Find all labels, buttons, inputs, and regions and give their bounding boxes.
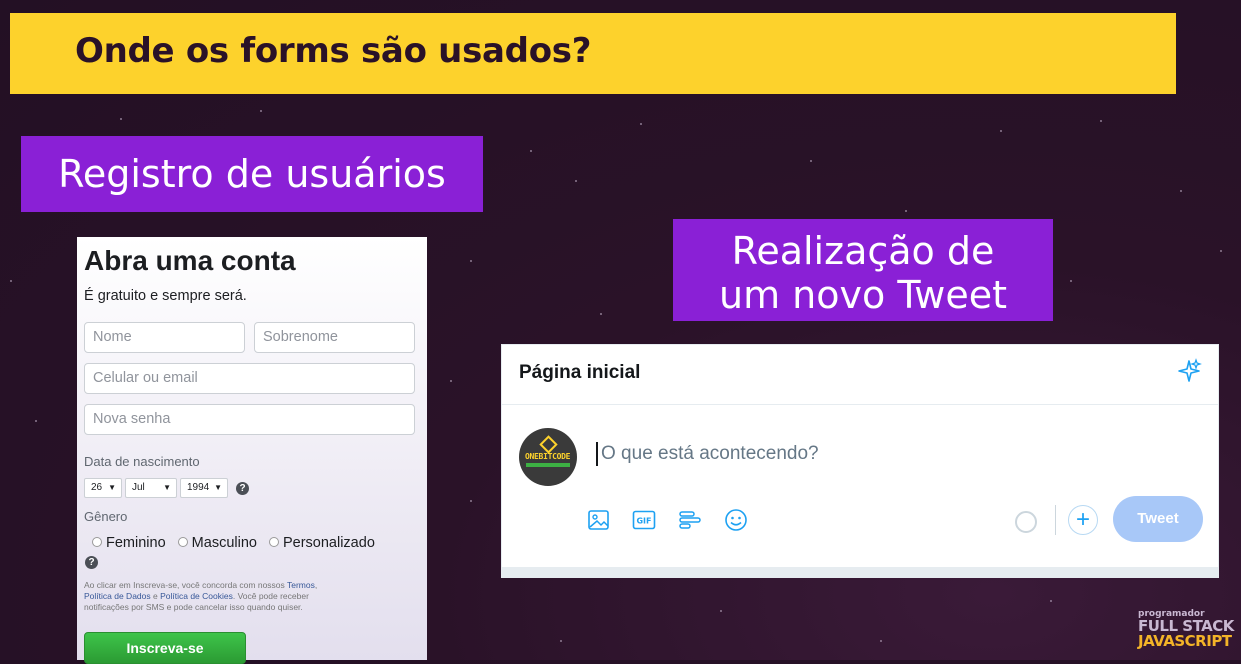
- home-title: Página inicial: [519, 362, 641, 383]
- signup-button[interactable]: Inscreva-se: [84, 632, 246, 664]
- gender-label: Gênero: [84, 509, 128, 524]
- form-subheading: É gratuito e sempre será.: [84, 288, 247, 304]
- tweet-button[interactable]: Tweet: [1113, 496, 1203, 542]
- day-select[interactable]: 26 ▼: [84, 478, 122, 498]
- add-tweet-button[interactable]: +: [1068, 505, 1098, 535]
- label-tweet-line2: um novo Tweet: [719, 273, 1007, 317]
- first-name-input[interactable]: Nome: [84, 322, 245, 353]
- poll-icon[interactable]: [678, 508, 702, 532]
- password-input[interactable]: Nova senha: [84, 404, 415, 435]
- svg-text:GIF: GIF: [636, 517, 651, 526]
- image-icon[interactable]: [587, 508, 611, 532]
- radio-feminino[interactable]: [92, 537, 102, 547]
- facebook-signup-form: Abra uma conta É gratuito e sempre será.…: [77, 237, 427, 664]
- watermark-logo: programador FULL STACK JAVASCRIPT: [1138, 610, 1234, 649]
- chevron-down-icon: ▼: [214, 483, 222, 492]
- legal-prefix: Ao clicar em Inscreva-se, você concorda …: [84, 580, 287, 590]
- label-tweet: Realização de um novo Tweet: [673, 219, 1053, 321]
- radio-masculino[interactable]: [177, 537, 188, 547]
- watermark-line3: JAVASCRIPT: [1138, 632, 1232, 650]
- logo-mark: [539, 435, 558, 454]
- tweet-input[interactable]: O que está acontecendo?: [596, 442, 819, 466]
- char-count-ring-icon: [1015, 511, 1037, 533]
- year-value: 1994: [187, 482, 210, 493]
- chevron-down-icon: ▼: [163, 483, 171, 492]
- gender-options: Feminino Masculino Personalizado: [84, 535, 375, 551]
- help-icon[interactable]: ?: [236, 482, 249, 495]
- emoji-icon[interactable]: [724, 508, 748, 532]
- avatar-logo-text: ONEBITCODE: [525, 452, 571, 461]
- label-registro: Registro de usuários: [21, 136, 483, 212]
- chevron-down-icon: ▼: [108, 483, 116, 492]
- legal-sep: e: [150, 591, 161, 601]
- year-select[interactable]: 1994 ▼: [180, 478, 228, 498]
- tweet-compose-panel: Página inicial ONEBITCODE O que está aco…: [502, 345, 1218, 577]
- avatar[interactable]: ONEBITCODE: [519, 428, 577, 486]
- label-tweet-line1: Realização de: [731, 229, 995, 273]
- month-select[interactable]: Jul ▼: [125, 478, 177, 498]
- cookies-link[interactable]: Política de Cookies: [160, 591, 233, 601]
- legal-sep: ,: [314, 580, 318, 590]
- data-policy-link[interactable]: Política de Dados: [84, 591, 151, 601]
- day-value: 26: [91, 482, 103, 493]
- last-name-input[interactable]: Sobrenome: [254, 322, 415, 353]
- legal-text: Ao clicar em Inscreva-se, você concorda …: [84, 580, 344, 613]
- gif-icon[interactable]: GIF: [632, 508, 656, 532]
- terms-link[interactable]: Termos: [287, 580, 315, 590]
- tweet-header: Página inicial: [502, 345, 1218, 405]
- timeline-divider: [502, 567, 1218, 577]
- contact-input[interactable]: Celular ou email: [84, 363, 415, 394]
- help-icon[interactable]: ?: [85, 556, 98, 569]
- sparkle-icon[interactable]: [1176, 358, 1202, 389]
- form-heading: Abra uma conta: [84, 245, 296, 276]
- gender-option-label: Feminino: [106, 535, 166, 551]
- month-value: Jul: [132, 482, 145, 493]
- gender-option-label: Personalizado: [282, 535, 375, 551]
- divider: [1055, 505, 1056, 535]
- birthdate-label: Data de nascimento: [84, 454, 200, 469]
- logo-bar: [526, 463, 570, 467]
- radio-personalizado[interactable]: [268, 537, 279, 547]
- gender-option-label: Masculino: [191, 535, 257, 551]
- slide-title: Onde os forms são usados?: [75, 31, 592, 71]
